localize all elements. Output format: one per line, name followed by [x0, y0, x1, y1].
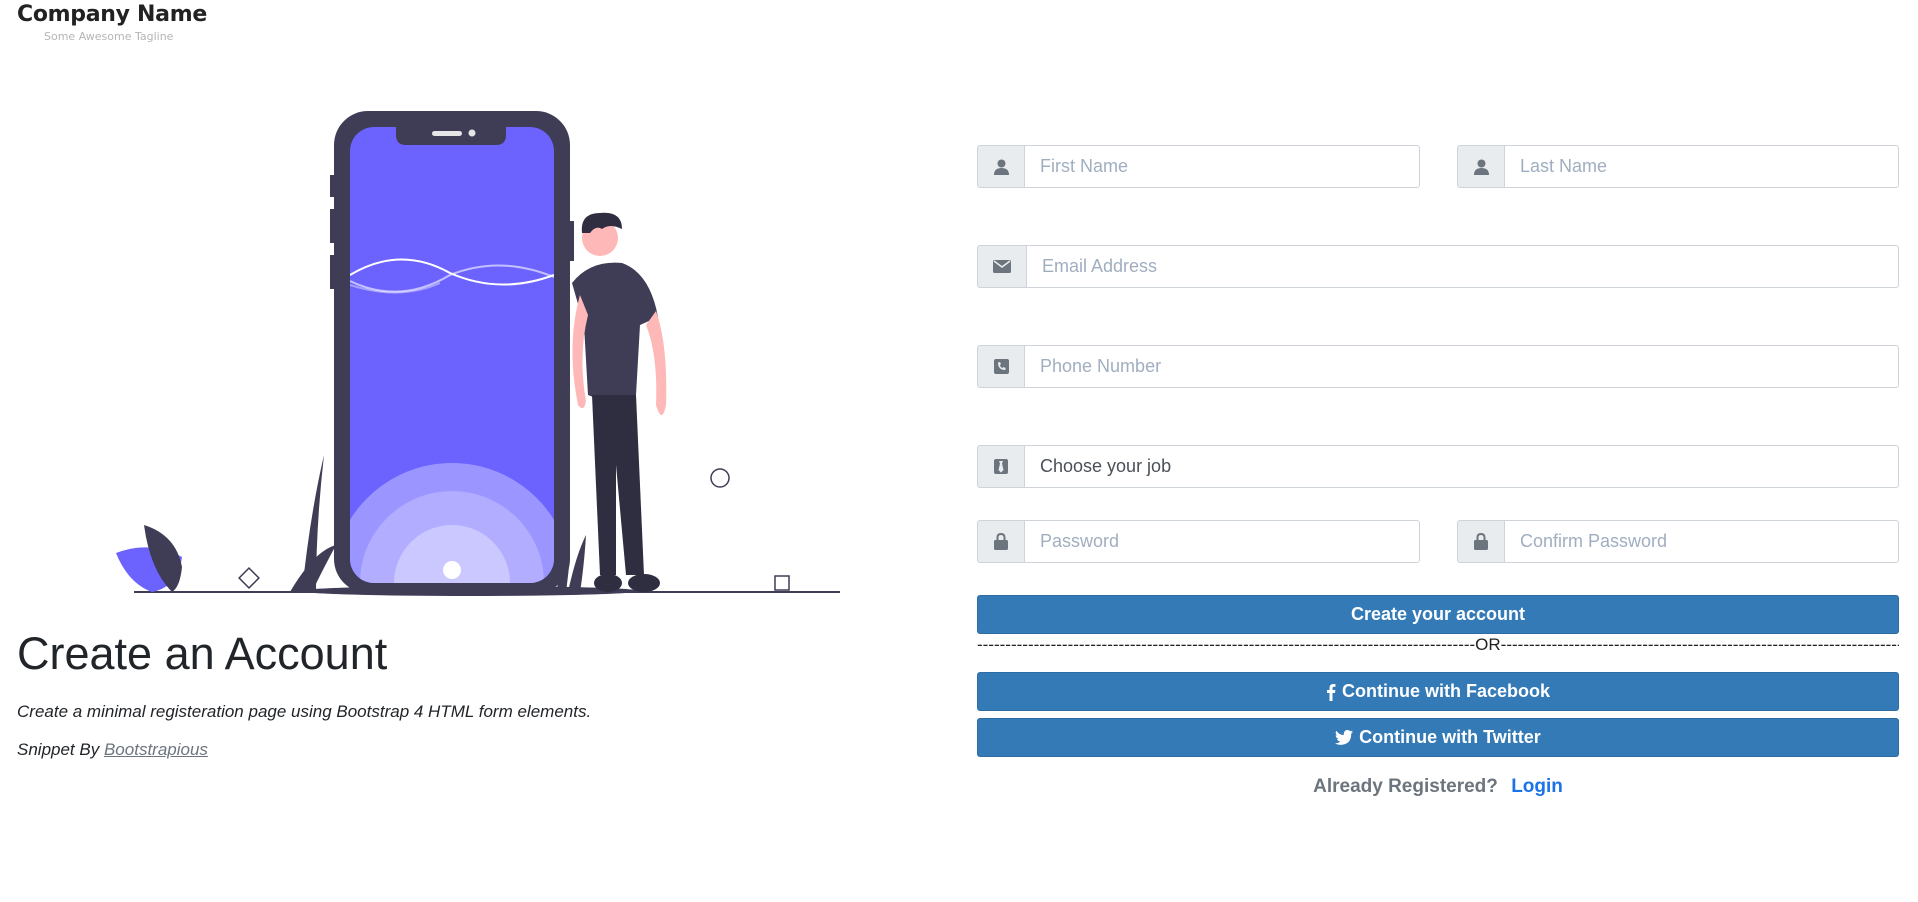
credit-prefix: Snippet By — [17, 740, 100, 759]
facebook-icon — [1326, 683, 1336, 701]
brand: Company Name Some Awesome Tagline — [17, 2, 207, 43]
envelope-icon — [977, 245, 1026, 288]
first-name-group — [977, 145, 1420, 188]
password-group — [977, 520, 1420, 563]
lock-icon — [977, 520, 1024, 563]
password-input[interactable] — [1024, 520, 1420, 563]
tie-icon — [977, 445, 1024, 488]
company-name: Company Name — [17, 2, 207, 27]
job-select[interactable]: Choose your job — [1024, 445, 1899, 488]
confirm-password-input[interactable] — [1504, 520, 1899, 563]
create-account-button[interactable]: Create your account — [977, 595, 1899, 634]
create-account-label: Create your account — [1350, 604, 1526, 624]
job-group: Choose your job — [977, 445, 1899, 488]
last-name-input[interactable] — [1504, 145, 1899, 188]
twitter-icon — [1335, 730, 1354, 745]
twitter-label: Continue with Twitter — [1359, 727, 1541, 747]
already-registered-text: Already Registered? — [1313, 776, 1498, 797]
snippet-credit: Snippet By Bootstrapious — [17, 740, 917, 760]
email-group — [977, 245, 1899, 288]
last-name-group — [1457, 145, 1899, 188]
phone-input[interactable] — [1024, 345, 1899, 388]
or-divider: ----------------------------------------… — [977, 635, 1899, 654]
company-tagline: Some Awesome Tagline — [44, 30, 174, 43]
login-link[interactable]: Login — [1511, 776, 1563, 797]
hero-section: Create an Account Create a minimal regis… — [17, 628, 917, 760]
email-input[interactable] — [1026, 245, 1899, 288]
phone-group — [977, 345, 1899, 388]
lock-icon — [1457, 520, 1504, 563]
user-icon — [977, 145, 1024, 188]
page-title: Create an Account — [17, 628, 388, 679]
bootstrapious-link[interactable]: Bootstrapious — [104, 740, 208, 759]
page-description: Create a minimal registeration page usin… — [17, 702, 592, 721]
login-prompt: Already Registered? Login — [977, 776, 1899, 798]
signup-illustration — [110, 105, 850, 610]
user-icon — [1457, 145, 1504, 188]
confirm-password-group — [1457, 520, 1899, 563]
phone-icon — [977, 345, 1024, 388]
first-name-input[interactable] — [1024, 145, 1420, 188]
continue-facebook-button[interactable]: Continue with Facebook — [977, 672, 1899, 711]
continue-twitter-button[interactable]: Continue with Twitter — [977, 718, 1899, 757]
facebook-label: Continue with Facebook — [1341, 681, 1550, 701]
